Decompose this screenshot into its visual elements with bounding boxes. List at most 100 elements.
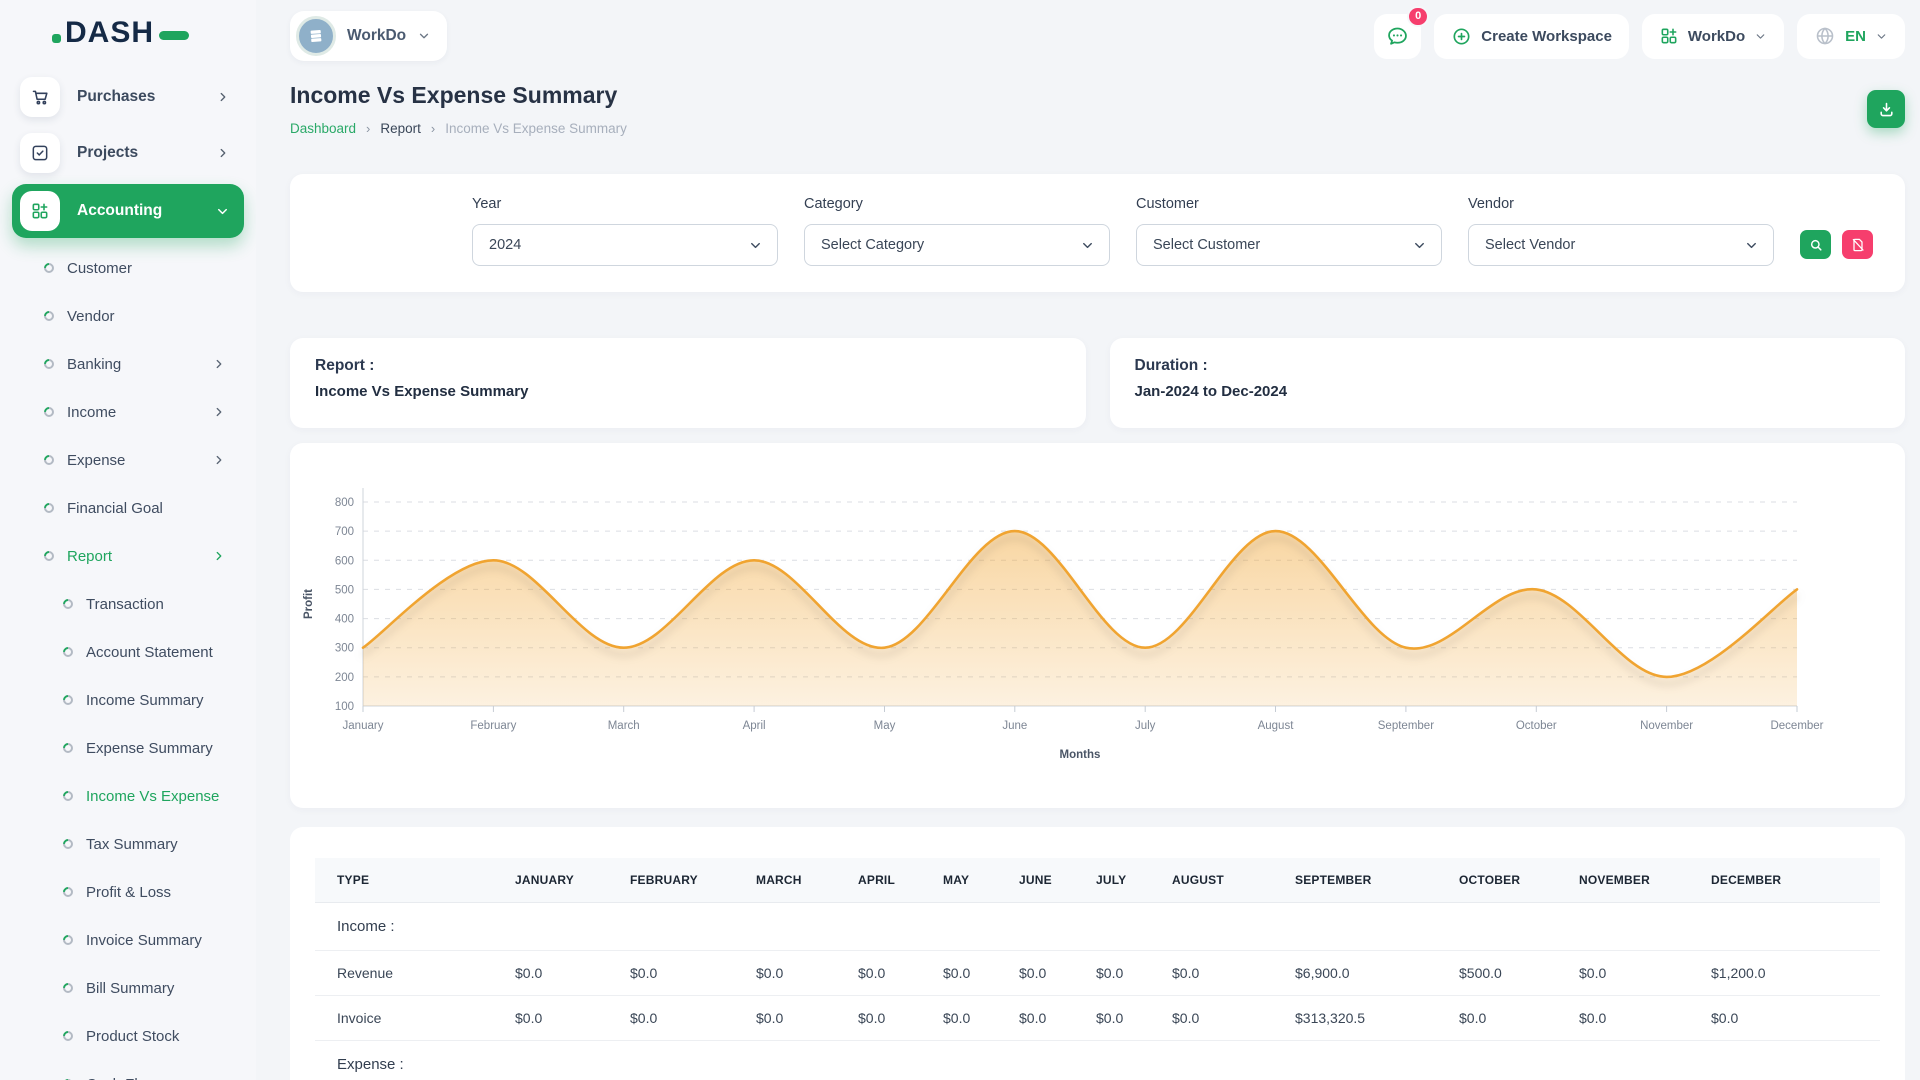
sidebar-item-label: Expense Summary	[86, 740, 226, 757]
workspace-switcher[interactable]: WorkDo	[290, 11, 447, 61]
cell-value: $0.0	[1577, 996, 1709, 1041]
apply-filter-button[interactable]	[1800, 230, 1831, 259]
year-label: Year	[472, 196, 778, 212]
breadcrumb-dashboard[interactable]: Dashboard	[290, 121, 356, 136]
bullet-icon	[61, 597, 75, 611]
sidebar-item-projects[interactable]: Projects	[12, 128, 244, 178]
sidebar-item-product-stock[interactable]: Product Stock	[12, 1012, 244, 1060]
sidebar-item-customer[interactable]: Customer	[12, 244, 244, 292]
chevron-right-icon	[216, 90, 230, 104]
year-select-value: 2024	[489, 237, 521, 253]
breadcrumb-report[interactable]: Report	[380, 121, 421, 136]
sidebar-item-financial-goal[interactable]: Financial Goal	[12, 484, 244, 532]
sidebar-item-income-summary[interactable]: Income Summary	[12, 676, 244, 724]
row-type: Revenue	[315, 951, 513, 996]
sidebar-item-banking[interactable]: Banking	[12, 340, 244, 388]
profit-chart-svg: 100200300400500600700800JanuaryFebruaryM…	[290, 443, 1905, 808]
svg-text:October: October	[1516, 720, 1557, 732]
bullet-icon	[61, 981, 75, 995]
workspace-menu-label: WorkDo	[1688, 28, 1745, 45]
column-header-january: JANUARY	[513, 858, 628, 903]
sidebar-item-profit-loss[interactable]: Profit & Loss	[12, 868, 244, 916]
chevron-down-icon	[1080, 238, 1095, 253]
check-square-icon	[30, 143, 50, 163]
topbar-actions: 0 Create Workspace WorkDo	[1374, 14, 1905, 59]
cell-value: $0.0	[941, 951, 1017, 996]
language-menu[interactable]: EN	[1797, 14, 1905, 59]
svg-text:April: April	[743, 720, 766, 732]
bullet-icon	[42, 501, 56, 515]
vendor-select[interactable]: Select Vendor	[1468, 224, 1774, 266]
svg-text:Months: Months	[1060, 749, 1101, 761]
svg-text:600: 600	[335, 555, 354, 567]
vendor-label: Vendor	[1468, 196, 1774, 212]
brand-logo[interactable]: DASH	[0, 0, 256, 66]
cell-value: $0.0	[628, 951, 754, 996]
sidebar-item-label: Financial Goal	[67, 500, 226, 517]
bullet-icon	[42, 405, 56, 419]
app-root: DASH Purchases Projects Accounting Customer…	[0, 0, 1920, 1080]
cell-value: $0.0	[1457, 996, 1577, 1041]
cell-value: $0.0	[513, 951, 628, 996]
chat-icon	[1385, 24, 1410, 49]
filter-category: Category Select Category	[804, 196, 1110, 266]
sidebar-item-expense-summary[interactable]: Expense Summary	[12, 724, 244, 772]
cell-value: $0.0	[1170, 951, 1293, 996]
chevron-right-icon	[212, 405, 226, 419]
sidebar-item-cash-flow[interactable]: Cash Flow	[12, 1060, 244, 1080]
logo-text: DASH	[65, 16, 154, 50]
sidebar-item-income[interactable]: Income	[12, 388, 244, 436]
report-card-label: Report :	[315, 357, 1061, 375]
year-select[interactable]: 2024	[472, 224, 778, 266]
sidebar-item-tax-summary[interactable]: Tax Summary	[12, 820, 244, 868]
svg-text:800: 800	[335, 497, 354, 509]
sidebar-item-report[interactable]: Report	[12, 532, 244, 580]
sidebar-item-expense[interactable]: Expense	[12, 436, 244, 484]
section-label: Income :	[315, 903, 1880, 951]
download-button[interactable]	[1867, 90, 1905, 128]
svg-text:November: November	[1640, 720, 1693, 732]
chevron-down-icon	[1875, 30, 1888, 43]
sidebar-item-label: Projects	[77, 144, 216, 162]
sidebar-item-vendor[interactable]: Vendor	[12, 292, 244, 340]
sidebar-item-income-vs-expense[interactable]: Income Vs Expense	[12, 772, 244, 820]
reset-filter-button[interactable]	[1842, 230, 1873, 259]
table-row-revenue: Revenue$0.0$0.0$0.0$0.0$0.0$0.0$0.0$0.0$…	[315, 951, 1880, 996]
sidebar-item-bill-summary[interactable]: Bill Summary	[12, 964, 244, 1012]
cell-value: $0.0	[1709, 996, 1880, 1041]
column-header-november: NOVEMBER	[1577, 858, 1709, 903]
filter-customer: Customer Select Customer	[1136, 196, 1442, 266]
svg-text:June: June	[1002, 720, 1027, 732]
category-select[interactable]: Select Category	[804, 224, 1110, 266]
bullet-icon	[42, 309, 56, 323]
cell-value: $0.0	[856, 996, 941, 1041]
main-content: WorkDo 0 Create Workspace	[256, 0, 1920, 1080]
cell-value: $0.0	[1017, 996, 1094, 1041]
svg-text:500: 500	[335, 584, 354, 596]
sidebar-item-account-statement[interactable]: Account Statement	[12, 628, 244, 676]
cell-value: $0.0	[754, 996, 856, 1041]
filter-year: Year 2024	[472, 196, 778, 266]
duration-card: Duration : Jan-2024 to Dec-2024	[1110, 338, 1906, 428]
table-body: Income :Revenue$0.0$0.0$0.0$0.0$0.0$0.0$…	[315, 903, 1880, 1080]
svg-text:January: January	[343, 720, 384, 732]
customer-select[interactable]: Select Customer	[1136, 224, 1442, 266]
create-workspace-button[interactable]: Create Workspace	[1434, 14, 1629, 59]
bullet-icon	[42, 357, 56, 371]
sidebar-item-label: Income Vs Expense	[86, 788, 226, 805]
column-header-september: SEPTEMBER	[1293, 858, 1457, 903]
report-card-value: Income Vs Expense Summary	[315, 383, 1061, 400]
workspace-menu[interactable]: WorkDo	[1642, 14, 1784, 59]
customer-label: Customer	[1136, 196, 1442, 212]
sidebar-item-transaction[interactable]: Transaction	[12, 580, 244, 628]
sidebar-item-label: Banking	[67, 356, 212, 373]
sidebar-item-purchases[interactable]: Purchases	[12, 72, 244, 122]
create-workspace-label: Create Workspace	[1481, 28, 1612, 45]
chevron-right-icon	[212, 453, 226, 467]
svg-text:700: 700	[335, 526, 354, 538]
sidebar-item-label: Accounting	[77, 202, 215, 220]
sidebar-item-accounting[interactable]: Accounting	[12, 184, 244, 238]
sidebar-item-label: Product Stock	[86, 1028, 226, 1045]
sidebar-item-invoice-summary[interactable]: Invoice Summary	[12, 916, 244, 964]
messages-button[interactable]: 0	[1374, 14, 1421, 59]
